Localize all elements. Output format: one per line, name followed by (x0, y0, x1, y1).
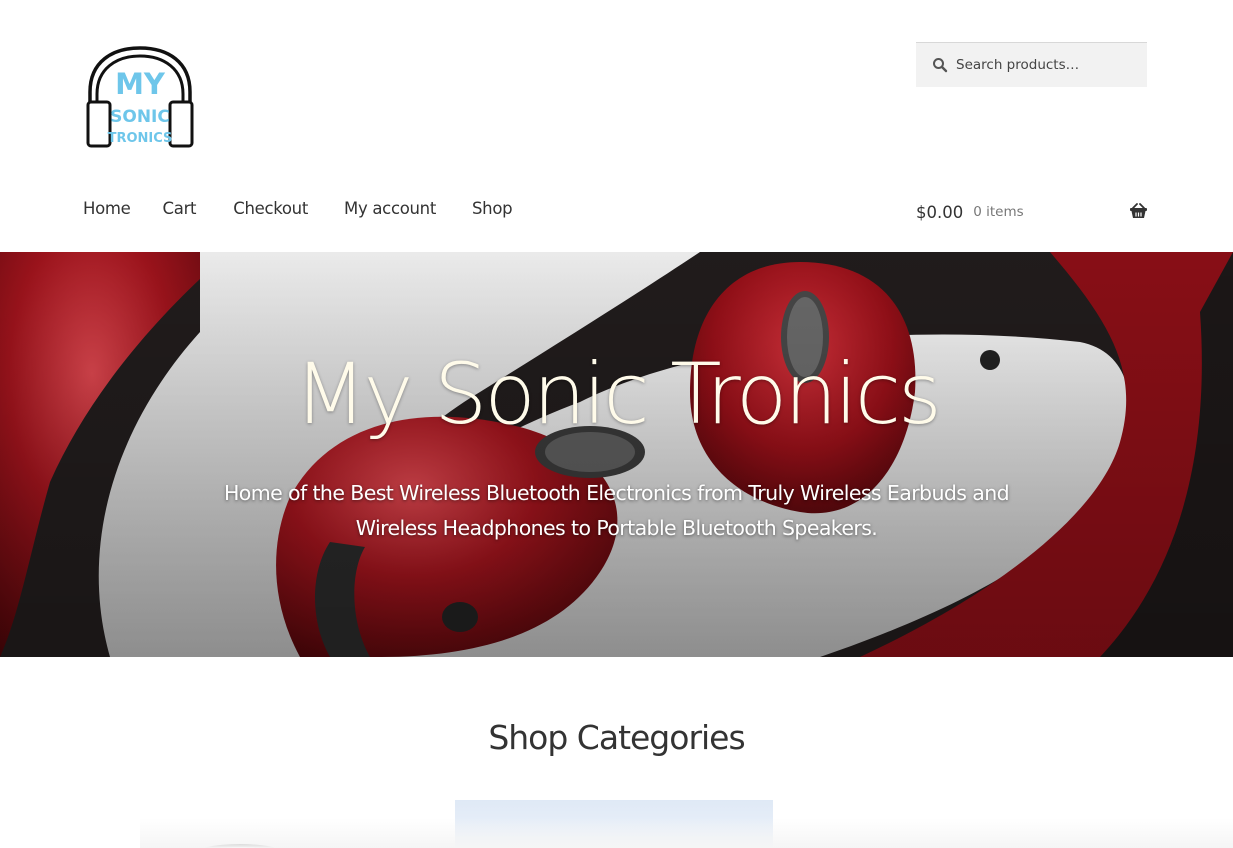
cart-count: 0 items (973, 204, 1024, 220)
logo-text-tronics: TRONICS (108, 131, 173, 146)
site-logo[interactable]: MY SONIC TRONICS (84, 44, 196, 152)
hero-title: My Sonic Tronics (294, 345, 942, 443)
nav-cart[interactable]: Cart (163, 199, 197, 218)
nav-checkout[interactable]: Checkout (233, 199, 308, 218)
header-cart[interactable]: $0.00 0 items (916, 199, 1148, 225)
search-input[interactable] (956, 57, 1136, 73)
search-icon[interactable] (932, 57, 948, 73)
logo-text-sonic: SONIC (110, 107, 170, 127)
hero-earbuds-image (0, 252, 1233, 657)
page: MY SONIC TRONICS Home Cart Checkout My a… (0, 0, 1233, 848)
category-fade (140, 818, 1233, 848)
nav-my-account[interactable]: My account (344, 199, 436, 218)
shopping-basket-icon (1129, 203, 1148, 219)
hero-banner (0, 252, 1233, 657)
product-search (916, 42, 1147, 87)
hero-subtitle: Home of the Best Wireless Bluetooth Elec… (223, 481, 1010, 540)
section-title: Shop Categories (488, 718, 745, 757)
nav-shop[interactable]: Shop (472, 199, 513, 218)
primary-nav: Home Cart Checkout My account Shop (83, 199, 513, 218)
logo-text-my: MY (115, 67, 166, 101)
nav-home[interactable]: Home (83, 199, 131, 218)
headphones-logo-icon: MY SONIC TRONICS (86, 46, 194, 148)
category-list (0, 790, 1233, 848)
cart-amount: $0.00 (916, 202, 964, 222)
